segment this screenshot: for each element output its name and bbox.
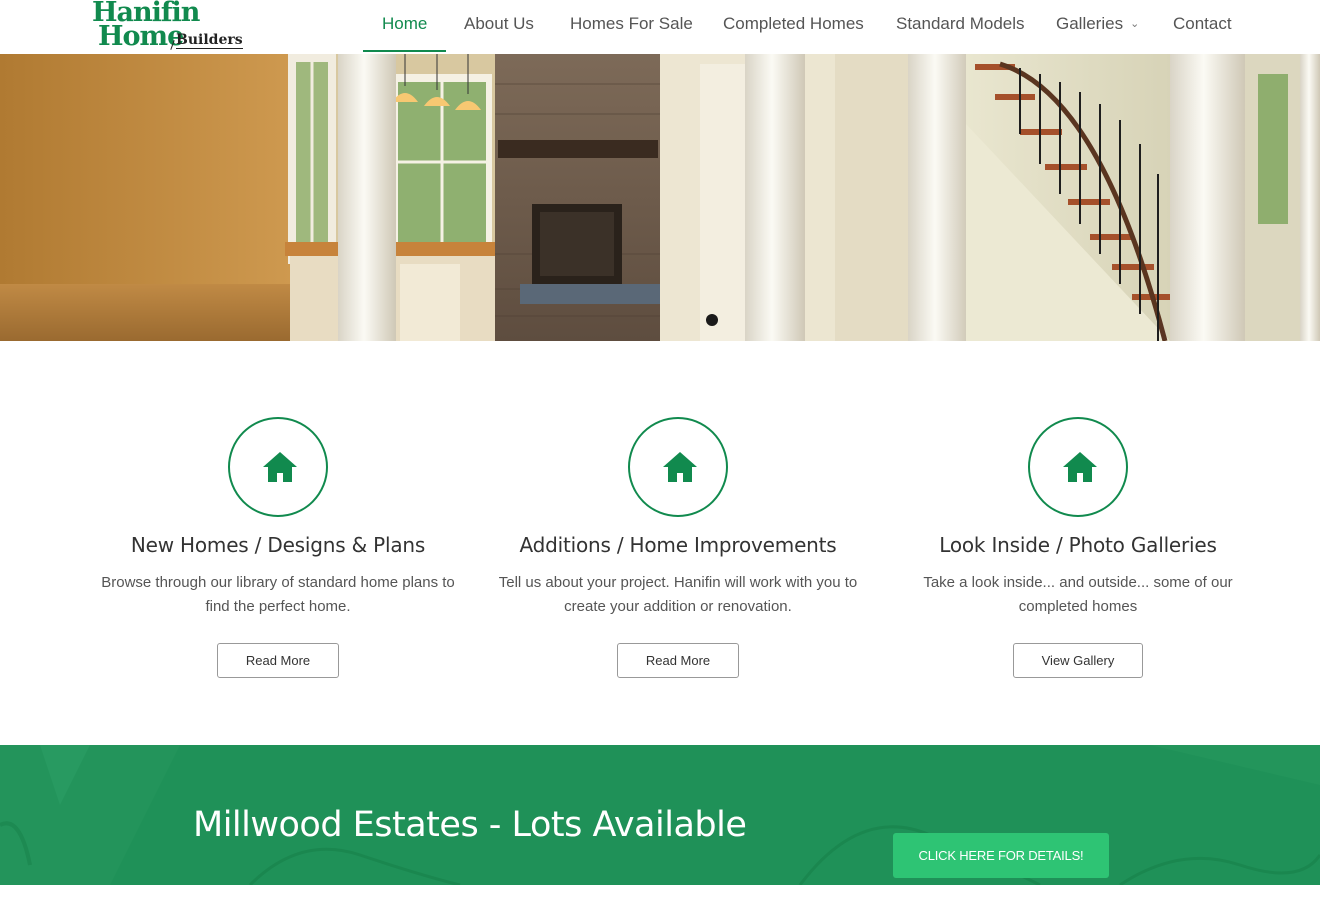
nav-label: Home [382, 14, 428, 33]
read-more-button[interactable]: Read More [617, 643, 739, 678]
site-header: Hanifin Home Builders Home About Us Home… [0, 0, 1320, 54]
feature-icon-circle [628, 417, 728, 517]
hero-image [0, 54, 1320, 341]
nav-label: About Us [464, 14, 534, 33]
feature-description: Take a look inside... and outside... som… [923, 574, 1233, 615]
feature-title: New Homes / Designs & Plans [130, 533, 426, 557]
nav-item-home[interactable]: Home [362, 0, 447, 52]
feature-title: Look Inside / Photo Galleries [939, 533, 1217, 557]
details-button[interactable]: CLICK HERE FOR DETAILS! [893, 833, 1109, 878]
feature-description: Tell us about your project. Hanifin will… [498, 574, 858, 615]
read-more-button[interactable]: Read More [217, 643, 339, 678]
logo-line3: Builders [176, 32, 243, 49]
chevron-down-icon: ⌄ [1130, 18, 1140, 30]
feature-description: Browse through our library of standard h… [101, 574, 455, 615]
nav-item-contact[interactable]: Contact [1173, 0, 1232, 52]
nav-label: Contact [1173, 14, 1232, 33]
nav-label: Galleries [1056, 14, 1124, 33]
hero-interior-illustration [0, 54, 1320, 341]
promo-banner: Millwood Estates - Lots Available CLICK … [0, 745, 1320, 885]
nav-label: Standard Models [896, 14, 1025, 33]
nav-item-standard-models[interactable]: Standard Models [896, 0, 1025, 52]
nav-item-about-us[interactable]: About Us [464, 0, 534, 52]
home-icon [663, 452, 697, 482]
nav-label: Completed Homes [723, 14, 864, 33]
view-gallery-button[interactable]: View Gallery [1013, 643, 1143, 678]
home-icon [1063, 452, 1097, 482]
nav-item-homes-for-sale[interactable]: Homes For Sale [570, 0, 693, 52]
nav-item-galleries[interactable]: Galleries ⌄ [1056, 0, 1139, 52]
feature-icon-circle [1028, 417, 1128, 517]
feature-title: Additions / Home Improvements [519, 533, 837, 557]
logo[interactable]: Hanifin Home Builders [92, 0, 252, 52]
feature-icon-circle [228, 417, 328, 517]
home-icon [263, 452, 297, 482]
nav-item-completed-homes[interactable]: Completed Homes [723, 0, 864, 52]
banner-title: Millwood Estates - Lots Available [193, 805, 747, 845]
nav-label: Homes For Sale [570, 14, 693, 33]
